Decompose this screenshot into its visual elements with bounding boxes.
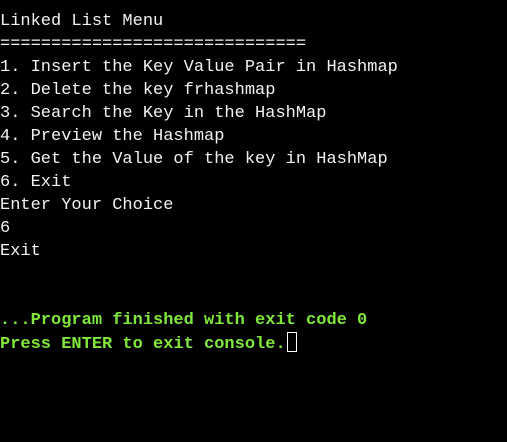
menu-option-get-value: 5. Get the Value of the key in HashMap — [0, 150, 388, 169]
console-output[interactable]: Linked List Menu =======================… — [0, 10, 507, 442]
block-cursor-icon[interactable] — [286, 332, 297, 352]
user-input: 6 — [0, 219, 11, 238]
menu-option-insert: 1. Insert the Key Value Pair in Hashmap — [0, 58, 398, 77]
choice-prompt: Enter Your Choice — [0, 196, 174, 215]
exit-prompt-line: Press ENTER to exit console. — [0, 332, 507, 355]
menu-option-delete: 2. Delete the key frhashmap — [0, 81, 276, 100]
exit-code-message: ...Program finished with exit code 0 — [0, 311, 368, 330]
menu-title: Linked List Menu — [0, 12, 164, 31]
menu-option-exit: 6. Exit — [0, 173, 72, 192]
program-result: Exit — [0, 242, 41, 261]
menu-separator: ============================== — [0, 35, 307, 54]
menu-option-preview: 4. Preview the Hashmap — [0, 127, 225, 146]
menu-option-search: 3. Search the Key in the HashMap — [0, 104, 327, 123]
exit-prompt-text: Press ENTER to exit console. — [0, 335, 286, 354]
